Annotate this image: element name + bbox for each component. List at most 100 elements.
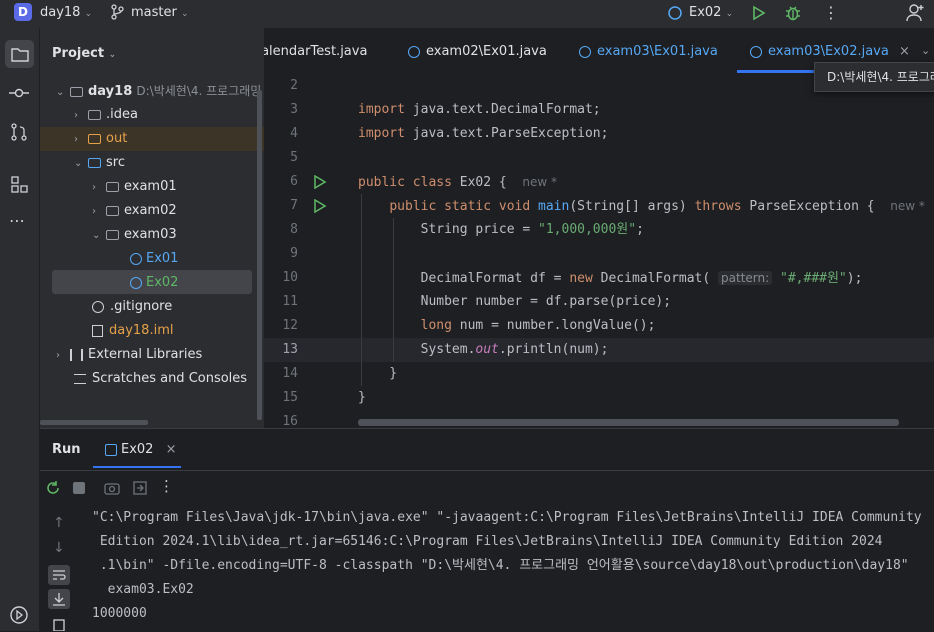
structure-icon[interactable] xyxy=(9,174,29,194)
soft-wrap-icon[interactable] xyxy=(48,565,70,585)
screenshot-icon[interactable] xyxy=(104,480,120,496)
code-line-3[interactable]: import java.text.DecimalFormat; xyxy=(358,98,601,122)
tab-calendartest[interactable]: CalendarTest.java xyxy=(264,44,404,59)
more-options-icon[interactable]: ⋮ xyxy=(823,3,839,22)
excluded-folder-icon xyxy=(88,133,101,144)
add-user-icon[interactable] xyxy=(905,3,925,23)
module-folder-icon xyxy=(70,86,83,97)
branch-selector[interactable]: master ⌄ xyxy=(131,5,189,20)
source-folder-icon xyxy=(88,157,101,168)
tree-item-exam01[interactable]: › exam01 xyxy=(40,175,264,199)
debug-icon[interactable] xyxy=(784,4,802,22)
more-tools-icon[interactable]: ⋯ xyxy=(9,211,26,230)
java-class-icon xyxy=(750,45,762,58)
print-icon[interactable] xyxy=(51,617,67,631)
branch-icon xyxy=(110,4,124,20)
tree-item-scratches[interactable]: Scratches and Consoles xyxy=(40,367,264,391)
code-line-7[interactable]: public static void main(String[] args) t… xyxy=(358,194,925,219)
package-icon xyxy=(106,205,119,216)
chevron-down-icon: ⌄ xyxy=(108,50,117,60)
java-class-icon xyxy=(130,276,142,289)
line-number: 13 xyxy=(282,342,298,357)
chevron-down-icon: ⌄ xyxy=(56,87,65,98)
tree-item-external-libraries[interactable]: › External Libraries xyxy=(40,343,264,367)
code-line-11[interactable]: Number number = df.parse(price); xyxy=(358,290,671,314)
code-line-10[interactable]: DecimalFormat df = new DecimalFormat( pa… xyxy=(358,266,862,291)
tree-item-src[interactable]: ⌄ src xyxy=(40,151,264,175)
scroll-to-end-icon[interactable] xyxy=(48,589,70,609)
run-class-icon[interactable] xyxy=(313,174,327,190)
export-icon[interactable] xyxy=(132,480,148,496)
scroll-up-icon[interactable]: ↑ xyxy=(53,515,65,531)
line-number: 8 xyxy=(290,222,298,237)
run-main-icon[interactable] xyxy=(313,198,327,214)
line-number: 7 xyxy=(290,198,298,213)
close-tab-icon[interactable]: × xyxy=(166,442,177,457)
run-config-selector[interactable]: Ex02 ⌄ xyxy=(689,5,733,20)
tree-item-gitignore[interactable]: .gitignore xyxy=(40,295,264,319)
tree-item-out[interactable]: › out xyxy=(40,127,264,151)
line-number: 14 xyxy=(282,366,298,381)
code-line-8[interactable]: String price = "1,000,000원"; xyxy=(358,218,644,242)
tree-item-ex01[interactable]: Ex01 xyxy=(40,247,264,271)
code-line-14[interactable]: } xyxy=(358,362,397,386)
java-class-icon xyxy=(408,45,420,58)
tabs-overflow-icon[interactable]: ⌄ xyxy=(921,44,930,57)
tab-exam03-ex02[interactable]: exam03\Ex02.java × xyxy=(750,44,910,59)
more-options-icon[interactable]: ⋮ xyxy=(159,477,174,495)
tree-item-root[interactable]: ⌄day18 D:\박세현\4. 프로그래밍 언어활용\source\day18 xyxy=(40,79,264,103)
console-output-result: 1000000 xyxy=(92,606,147,621)
tree-item-ex02[interactable]: Ex02 xyxy=(40,271,264,295)
console-output-line: Edition 2024.1\lib\idea_rt.jar=65146:C:\… xyxy=(92,534,883,549)
tree-item-exam02[interactable]: › exam02 xyxy=(40,199,264,223)
line-number: 2 xyxy=(290,78,298,93)
console-output-line: exam03.Ex02 xyxy=(92,582,194,597)
scratches-icon xyxy=(74,373,86,384)
package-icon xyxy=(106,181,119,192)
console-output-line: .1\bin" -Dfile.encoding=UTF-8 -classpath… xyxy=(92,558,909,573)
tab-exam02-ex01[interactable]: exam02\Ex01.java xyxy=(408,44,547,59)
pull-requests-icon[interactable] xyxy=(9,122,29,142)
console-output-line: "C:\Program Files\Java\jdk-17\bin\java.e… xyxy=(92,510,922,525)
tree-item-iml[interactable]: day18.iml xyxy=(40,319,264,343)
chevron-down-icon: ⌄ xyxy=(74,158,83,169)
rerun-icon[interactable] xyxy=(45,480,61,496)
horizontal-scrollbar[interactable] xyxy=(40,420,148,425)
tree-item-exam03[interactable]: ⌄ exam03 xyxy=(40,223,264,247)
line-number: 9 xyxy=(290,246,298,261)
scroll-down-icon[interactable]: ↓ xyxy=(53,540,65,556)
tab-exam03-ex01[interactable]: exam03\Ex01.java xyxy=(579,44,718,59)
code-line-4[interactable]: import java.text.ParseException; xyxy=(358,122,608,146)
code-line-6[interactable]: public class Ex02 { new * xyxy=(358,170,557,195)
chevron-right-icon: › xyxy=(56,350,60,361)
services-icon[interactable] xyxy=(8,604,30,626)
project-badge[interactable]: D xyxy=(14,3,32,21)
java-class-icon xyxy=(130,252,142,265)
project-panel-title[interactable]: Project ⌄ xyxy=(52,46,116,61)
active-run-tab-indicator xyxy=(93,466,181,468)
editor-horizontal-scrollbar[interactable] xyxy=(358,419,899,426)
project-name[interactable]: day18 ⌄ xyxy=(40,5,92,20)
module-file-icon xyxy=(92,324,103,337)
chevron-down-icon: ⌄ xyxy=(180,9,189,19)
project-tool-button[interactable] xyxy=(5,40,34,68)
line-number: 6 xyxy=(290,174,298,189)
close-tab-icon[interactable]: × xyxy=(899,44,910,59)
line-number: 12 xyxy=(282,318,298,333)
line-number: 5 xyxy=(290,150,298,165)
library-icon xyxy=(70,348,83,361)
run-tab-ex02[interactable]: Ex02 × xyxy=(105,442,177,457)
java-class-icon xyxy=(668,6,682,20)
run-icon[interactable] xyxy=(752,5,766,21)
run-panel-title: Run xyxy=(52,442,81,457)
line-number: 3 xyxy=(290,102,298,117)
commit-icon[interactable] xyxy=(8,84,30,102)
stop-icon[interactable] xyxy=(73,482,85,494)
folder-icon xyxy=(88,109,101,120)
tree-item-idea[interactable]: › .idea xyxy=(40,103,264,127)
divider xyxy=(40,470,934,471)
code-line-12[interactable]: long num = number.longValue(); xyxy=(358,314,656,338)
code-line-15[interactable]: } xyxy=(358,386,366,410)
code-line-13[interactable]: System.out.println(num); xyxy=(358,338,609,362)
vertical-scrollbar[interactable] xyxy=(257,90,262,420)
